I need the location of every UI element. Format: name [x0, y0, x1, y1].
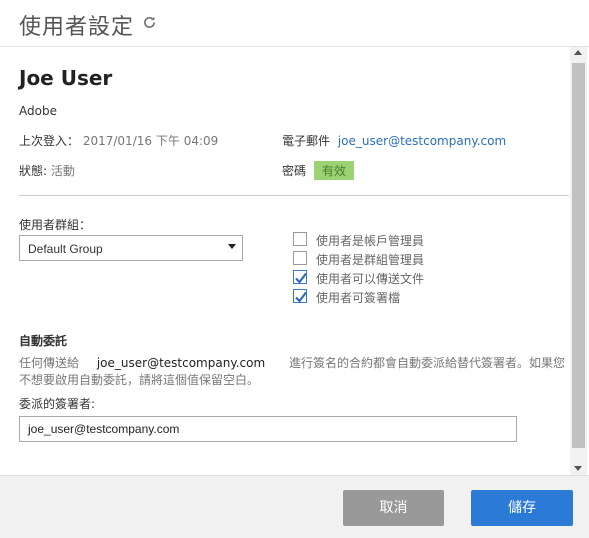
password-label: 密碼 — [282, 164, 307, 178]
scroll-up-icon[interactable] — [574, 50, 582, 55]
status-value: 活動 — [50, 164, 75, 178]
delegation-desc-prefix: 任何傳送給 — [19, 356, 80, 370]
section-divider — [19, 195, 569, 196]
cancel-button[interactable]: 取消 — [343, 490, 444, 526]
checkmark-icon — [295, 272, 307, 284]
perm-account-admin-label: 使用者是帳戶管理員 — [316, 234, 425, 248]
settings-panel: Joe User Adobe 上次登入： 2017/01/16 下午 04:09… — [0, 47, 570, 475]
user-name: Joe User — [19, 66, 113, 90]
delegation-desc-line1: 任何傳送給 joe_user@testcompany.com 進行簽名的合約都會… — [19, 354, 565, 371]
checkbox-account-admin[interactable] — [293, 232, 307, 246]
email-row: 電子郵件 joe_user@testcompany.com — [282, 132, 506, 149]
perm-group-admin-label: 使用者是群組管理員 — [316, 253, 425, 267]
chevron-down-icon — [228, 244, 236, 249]
delegation-title: 自動委託 — [19, 334, 68, 348]
delegation-desc-email: joe_user@testcompany.com — [96, 356, 266, 370]
save-button[interactable]: 儲存 — [471, 490, 573, 526]
scrollbar-thumb[interactable] — [572, 63, 585, 448]
delegation-desc-line2: 不想要啟用自動委託，請將這個值保留空白。 — [19, 373, 260, 387]
perm-send-docs-label: 使用者可以傳送文件 — [316, 272, 425, 286]
last-login-label: 上次登入： — [19, 134, 80, 148]
password-row: 密碼 有效 — [282, 161, 354, 180]
last-login-ampm: 下午 — [155, 134, 180, 148]
user-group-label: 使用者群組： — [19, 218, 92, 232]
dialog-footer: 取消 儲存 — [0, 475, 589, 538]
delegation-desc-suffix: 進行簽名的合約都會自動委派給替代簽署者。如果您 — [289, 356, 566, 370]
status-row: 狀態: 活動 — [19, 162, 75, 179]
last-login-date: 2017/01/16 — [82, 134, 153, 148]
status-label: 狀態: — [19, 164, 48, 178]
checkbox-group-admin[interactable] — [293, 251, 307, 265]
user-group-select[interactable]: Default Group — [19, 235, 243, 261]
password-status-badge: 有效 — [313, 161, 354, 180]
user-company: Adobe — [19, 104, 57, 118]
perm-sign-label: 使用者可簽署檔 — [316, 291, 401, 305]
checkbox-send-docs[interactable] — [293, 270, 307, 284]
refresh-icon[interactable] — [142, 15, 157, 30]
delegate-email-input[interactable]: joe_user@testcompany.com — [19, 416, 517, 442]
last-login-row: 上次登入： 2017/01/16 下午 04:09 — [19, 132, 218, 149]
delegate-label: 委派的簽署者: — [19, 397, 96, 411]
email-value: joe_user@testcompany.com — [337, 134, 507, 148]
dialog-header: 使用者設定 — [0, 0, 589, 47]
email-label: 電子郵件 — [282, 134, 331, 148]
scroll-down-icon[interactable] — [574, 466, 582, 471]
dialog-title: 使用者設定 — [19, 15, 135, 40]
user-group-selected: Default Group — [28, 242, 103, 256]
checkmark-icon — [295, 291, 307, 303]
vertical-scrollbar[interactable] — [570, 47, 587, 475]
checkbox-sign[interactable] — [293, 289, 307, 303]
last-login-time: 04:09 — [183, 134, 219, 148]
